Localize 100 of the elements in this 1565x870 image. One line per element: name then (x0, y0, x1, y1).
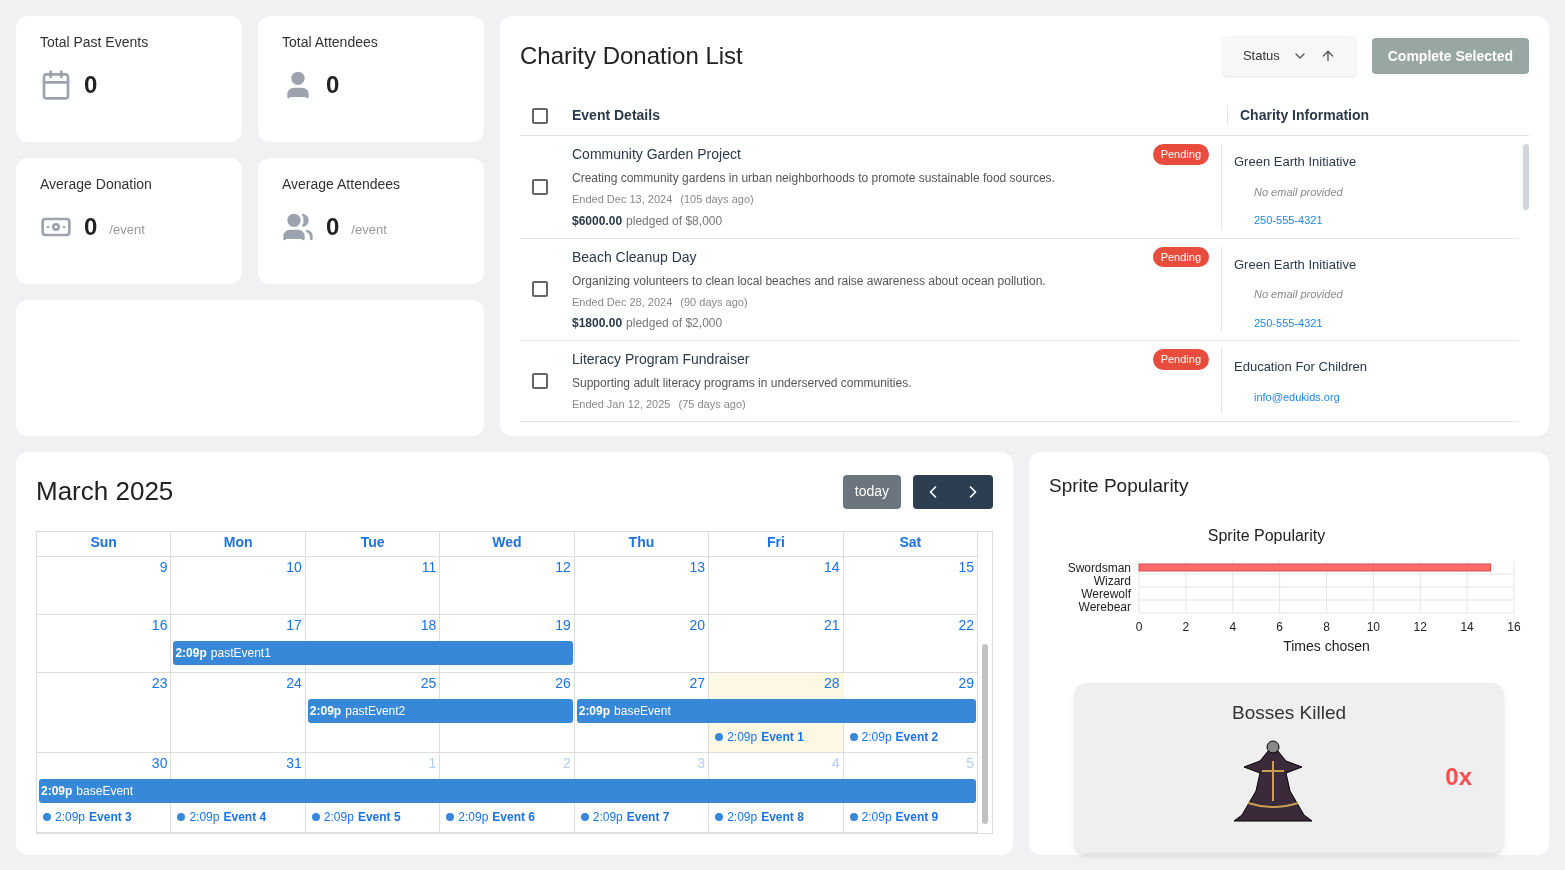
day-cell[interactable]: 23 (37, 673, 172, 697)
stat-label: Total Past Events (40, 33, 150, 52)
day-number: 2 (562, 754, 571, 773)
day-cell[interactable]: 13 (574, 557, 710, 581)
phone-link[interactable]: 250-555-4321 (1234, 314, 1511, 331)
pledge-goal: pledged of $8,000 (626, 212, 723, 230)
tick-label: 6 (1276, 619, 1283, 634)
day-number: 19 (555, 616, 571, 635)
day-cell[interactable]: 10 (171, 557, 306, 581)
tick-label: 16 (1507, 619, 1521, 634)
day-cell[interactable]: 14 (709, 557, 844, 581)
status-badge: Pending (1152, 349, 1209, 370)
calendar-event[interactable]: 2:09p Event 1 (709, 725, 844, 749)
weekday-header: Sun (37, 532, 172, 556)
day-cell[interactable]: 16 (37, 615, 172, 639)
calendar-event[interactable]: 2:09p Event 3 (37, 805, 172, 829)
pledged-amount: $6000.00 (572, 212, 623, 230)
event-title: Event 3 (89, 809, 132, 826)
calendar-event[interactable]: 2:09p pastEvent2 (307, 699, 573, 723)
tick-label: 12 (1413, 619, 1427, 634)
day-cell[interactable]: 26 (440, 673, 575, 697)
event-description: Supporting adult literacy programs in underserved communities. (572, 375, 913, 392)
status-badge: Pending (1152, 246, 1209, 267)
day-number: 29 (958, 674, 974, 693)
checkbox[interactable] (532, 281, 548, 298)
day-number: 1 (428, 754, 437, 773)
day-cell[interactable]: 22 (843, 615, 978, 639)
day-number: 20 (689, 616, 706, 635)
tick-label: 0 (1135, 619, 1143, 634)
checkbox[interactable] (532, 178, 548, 195)
calendar-event[interactable]: 2:09p Event 8 (709, 805, 844, 829)
event-time: 2:09p (861, 809, 892, 826)
pledge-goal: pledged of $2,000 (626, 315, 723, 332)
end-date: Ended Dec 28, 2024 (572, 294, 673, 310)
stat-label: Average Donation (40, 175, 153, 194)
day-cell[interactable]: 27 (574, 673, 710, 697)
column-header: Event Details (572, 106, 661, 125)
event-time: 2:09p (323, 809, 354, 826)
day-number: 27 (689, 674, 706, 693)
weekday-header: Thu (574, 532, 710, 556)
event-title: Event 8 (761, 809, 804, 826)
calendar-event[interactable]: 2:09p Event 4 (171, 805, 306, 829)
day-cell[interactable]: 12 (440, 557, 575, 581)
event-description: Creating community gardens in urban neighborhoods to promote sustainable food sources. (572, 170, 1056, 187)
weekday-header: Sat (843, 532, 978, 556)
day-cell[interactable]: 18 (305, 615, 441, 639)
checkbox[interactable] (532, 372, 548, 389)
event-time: 2:09p (55, 809, 86, 826)
day-number: 24 (286, 674, 302, 693)
day-cell[interactable]: 31 (171, 753, 306, 777)
calendar-event[interactable]: 2:09p Event 6 (440, 805, 575, 829)
day-number: 25 (420, 674, 437, 693)
previous-button[interactable] (913, 474, 953, 509)
tick-label: 8 (1323, 619, 1330, 634)
calendar-event[interactable]: 2:09p Event 7 (574, 805, 710, 829)
phone-link[interactable]: 250-555-4321 (1234, 212, 1511, 229)
weekday-header: Fri (709, 532, 844, 556)
day-cell[interactable]: 29 (843, 673, 978, 697)
calendar-event[interactable]: 2:09p Event 2 (843, 725, 978, 749)
event-time: 2:09p (727, 729, 758, 746)
charity-name: Education For Children (1234, 358, 1368, 376)
day-number: 18 (420, 616, 437, 635)
stat-value: 0 (326, 70, 340, 100)
status-badge: Pending (1152, 144, 1209, 165)
sort-field[interactable]: Status (1242, 46, 1280, 66)
today-button[interactable]: today (842, 474, 901, 509)
day-number: 31 (286, 754, 302, 773)
day-cell[interactable]: 9 (37, 557, 172, 581)
day-number: 15 (958, 558, 974, 577)
day-cell[interactable]: 21 (709, 615, 844, 639)
calendar-event[interactable]: 2:09p baseEvent (576, 699, 976, 723)
day-cell[interactable]: 17 (171, 615, 306, 639)
stat-suffix: /event (109, 220, 145, 239)
day-cell[interactable]: 15 (843, 557, 978, 581)
day-cell[interactable]: 11 (305, 557, 441, 581)
card-title: Sprite Popularity (1049, 474, 1189, 498)
day-cell[interactable]: 20 (574, 615, 710, 639)
tick-label: 14 (1460, 619, 1474, 634)
day-number: 4 (831, 754, 840, 773)
category-label: Swordsman (1067, 560, 1131, 574)
sort-control[interactable]: Status (1222, 36, 1356, 76)
event-time: 2:09p (189, 809, 220, 826)
email-link[interactable]: info@edukids.org (1234, 388, 1511, 405)
calendar-event[interactable]: 2:09p Event 5 (305, 805, 441, 829)
calendar-title: March 2025 (36, 475, 174, 508)
column-header: Charity Information (1227, 105, 1529, 126)
checkbox[interactable] (532, 107, 548, 124)
day-number: 5 (966, 754, 974, 773)
charity-email: No email provided (1253, 184, 1344, 200)
day-cell[interactable]: 25 (305, 673, 441, 697)
day-cell[interactable]: 24 (171, 673, 306, 697)
next-button[interactable] (953, 474, 993, 509)
event-title: pastEvent1 (210, 645, 271, 662)
calendar-event[interactable]: 2:09p pastEvent1 (173, 641, 573, 665)
day-cell[interactable]: 19 (440, 615, 575, 639)
days-ago: (75 days ago) (678, 397, 746, 412)
day-cell[interactable]: 30 (37, 753, 172, 777)
event-title: Beach Cleanup Day (572, 247, 697, 267)
calendar-event[interactable]: 2:09p Event 9 (843, 805, 978, 829)
calendar-event[interactable]: 2:09p baseEvent (39, 779, 976, 803)
